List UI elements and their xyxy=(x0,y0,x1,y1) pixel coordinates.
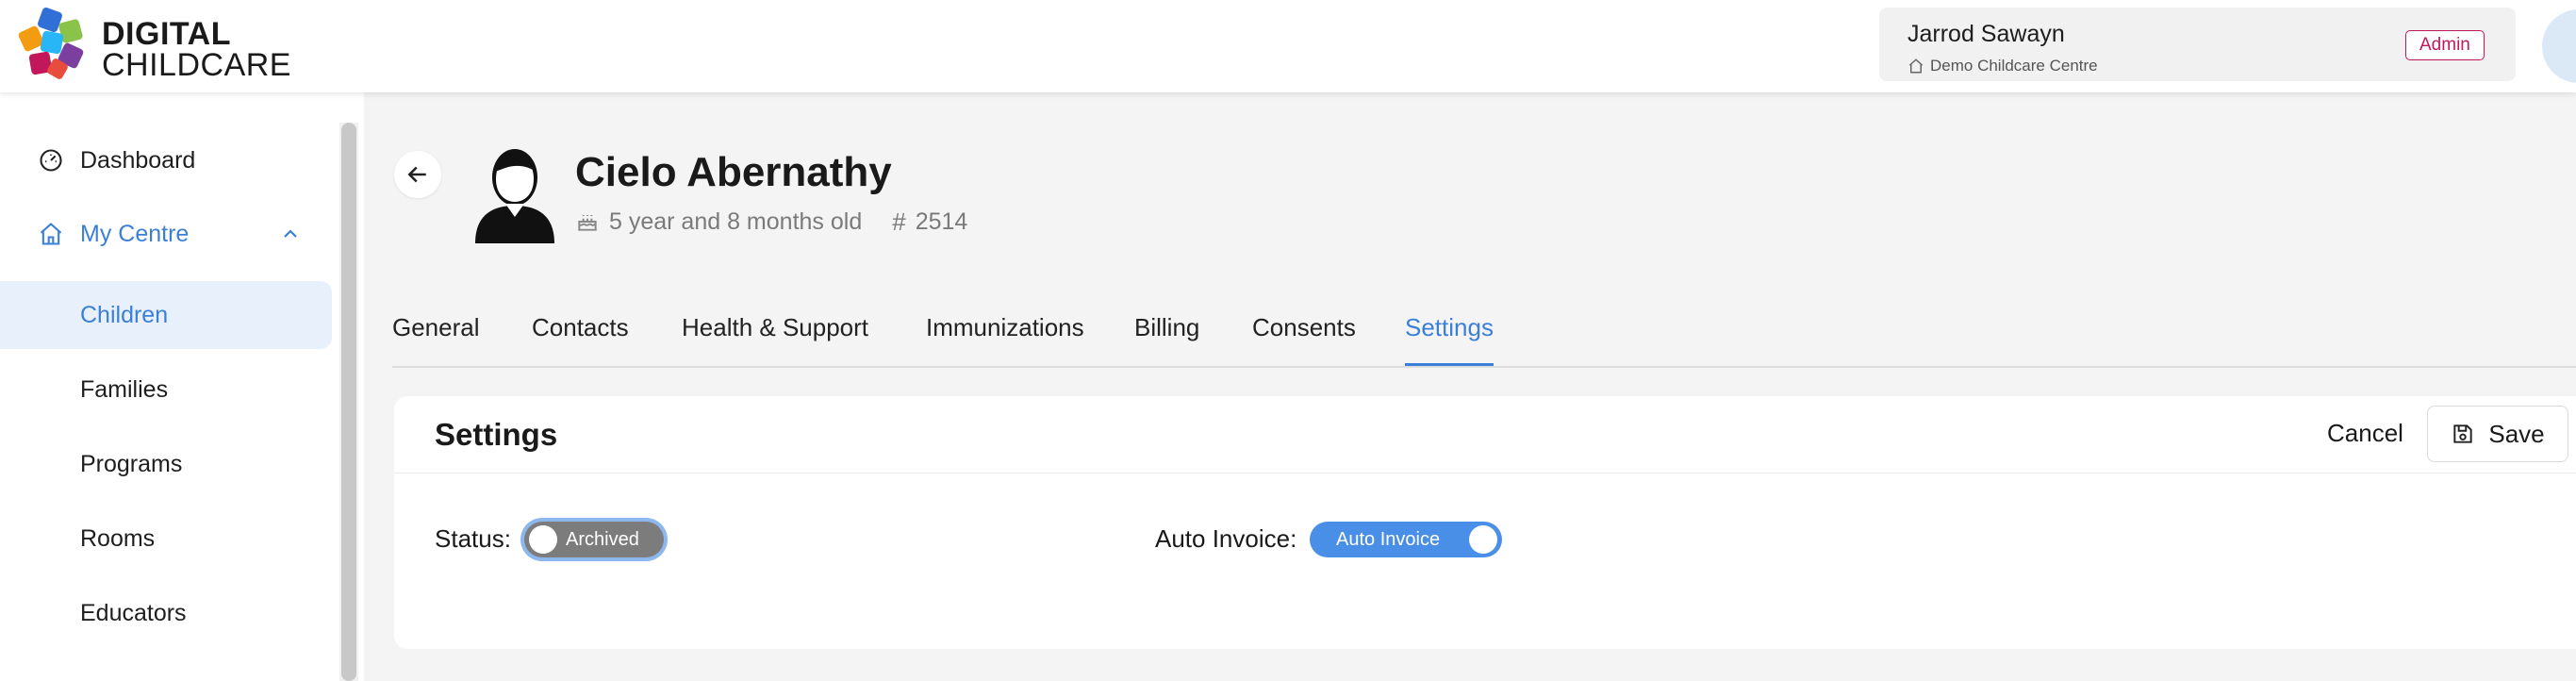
status-label: Status: xyxy=(435,524,511,553)
home-icon xyxy=(38,221,64,247)
tab-health-support[interactable]: Health & Support xyxy=(682,313,868,366)
child-meta: 5 year and 8 months old # 2514 xyxy=(575,208,967,236)
user-card[interactable]: Jarrod Sawayn Demo Childcare Centre Admi… xyxy=(1879,8,2516,81)
sidebar-item-programs[interactable]: Programs xyxy=(0,430,332,498)
tab-contacts[interactable]: Contacts xyxy=(532,313,629,366)
sidebar-item-label: Dashboard xyxy=(80,146,196,174)
user-name: Jarrod Sawayn xyxy=(1907,21,2065,47)
brand-line2: CHILDCARE xyxy=(102,47,291,83)
sidebar-item-rooms[interactable]: Rooms xyxy=(0,505,332,573)
brand-line1: DIGITAL xyxy=(102,16,231,52)
save-button[interactable]: Save xyxy=(2427,406,2568,462)
sidebar: Dashboard My Centre Children Families Pr… xyxy=(0,92,364,681)
cancel-button[interactable]: Cancel xyxy=(2327,419,2403,448)
child-name: Cielo Abernathy xyxy=(575,149,892,195)
tab-immunizations[interactable]: Immunizations xyxy=(926,313,1084,366)
toggle-knob xyxy=(1469,525,1497,554)
tab-billing[interactable]: Billing xyxy=(1134,313,1199,366)
child-avatar-icon xyxy=(475,149,554,243)
tab-settings[interactable]: Settings xyxy=(1405,313,1494,366)
profile-tabs: General Contacts Health & Support Immuni… xyxy=(392,300,2576,368)
hash-icon: # xyxy=(892,207,906,236)
auto-invoice-label: Auto Invoice: xyxy=(1155,524,1297,553)
brand-logo[interactable]: DIGITAL CHILDCARE xyxy=(11,6,294,87)
chevron-up-icon xyxy=(284,229,297,238)
brand-wordmark: DIGITAL CHILDCARE xyxy=(102,16,291,83)
birthday-cake-icon xyxy=(578,214,597,231)
sidebar-item-dashboard[interactable]: Dashboard xyxy=(0,126,332,194)
child-id: 2514 xyxy=(915,208,968,235)
home-icon xyxy=(1908,58,1924,74)
tab-general[interactable]: General xyxy=(392,313,480,366)
settings-card-header: Settings Cancel Save xyxy=(394,396,2576,473)
sidebar-item-educators[interactable]: Educators xyxy=(0,579,332,647)
sidebar-item-label: Programs xyxy=(80,450,183,477)
sidebar-item-label: Rooms xyxy=(80,524,156,552)
save-disk-icon xyxy=(2453,424,2473,443)
status-toggle[interactable]: Archived xyxy=(524,522,664,557)
user-centre: Demo Childcare Centre xyxy=(1907,57,2098,75)
child-age: 5 year and 8 months old xyxy=(609,208,863,235)
role-badge: Admin xyxy=(2405,30,2485,60)
sidebar-item-children[interactable]: Children xyxy=(0,281,332,349)
puzzle-logo-icon xyxy=(18,8,84,79)
status-label-text: Status xyxy=(435,524,504,553)
sidebar-item-label: My Centre xyxy=(80,220,190,247)
settings-card: Settings Cancel Save Status: Archived Au… xyxy=(394,396,2576,649)
status-toggle-label: Archived xyxy=(566,529,639,550)
user-centre-label: Demo Childcare Centre xyxy=(1930,57,2098,75)
sidebar-item-label: Children xyxy=(80,301,169,328)
auto-invoice-toggle-label: Auto Invoice xyxy=(1336,529,1441,550)
top-header: DIGITAL CHILDCARE Jarrod Sawayn Demo Chi… xyxy=(0,0,2576,92)
save-button-label: Save xyxy=(2488,419,2545,448)
sidebar-item-label: Educators xyxy=(80,599,187,626)
back-button[interactable] xyxy=(394,151,441,198)
sidebar-item-families[interactable]: Families xyxy=(0,356,332,424)
arrow-left-icon xyxy=(407,166,426,183)
sidebar-item-label: Families xyxy=(80,375,169,403)
tab-consents[interactable]: Consents xyxy=(1252,313,1356,366)
sidebar-scrollbar-thumb[interactable] xyxy=(341,123,356,681)
settings-title: Settings xyxy=(435,417,558,452)
sidebar-item-my-centre[interactable]: My Centre xyxy=(0,200,332,268)
profile-avatar[interactable] xyxy=(2542,9,2576,83)
toggle-knob xyxy=(529,525,557,554)
auto-invoice-label-text: Auto Invoice xyxy=(1155,524,1291,553)
gauge-icon xyxy=(38,147,64,174)
auto-invoice-toggle[interactable]: Auto Invoice xyxy=(1310,522,1502,557)
